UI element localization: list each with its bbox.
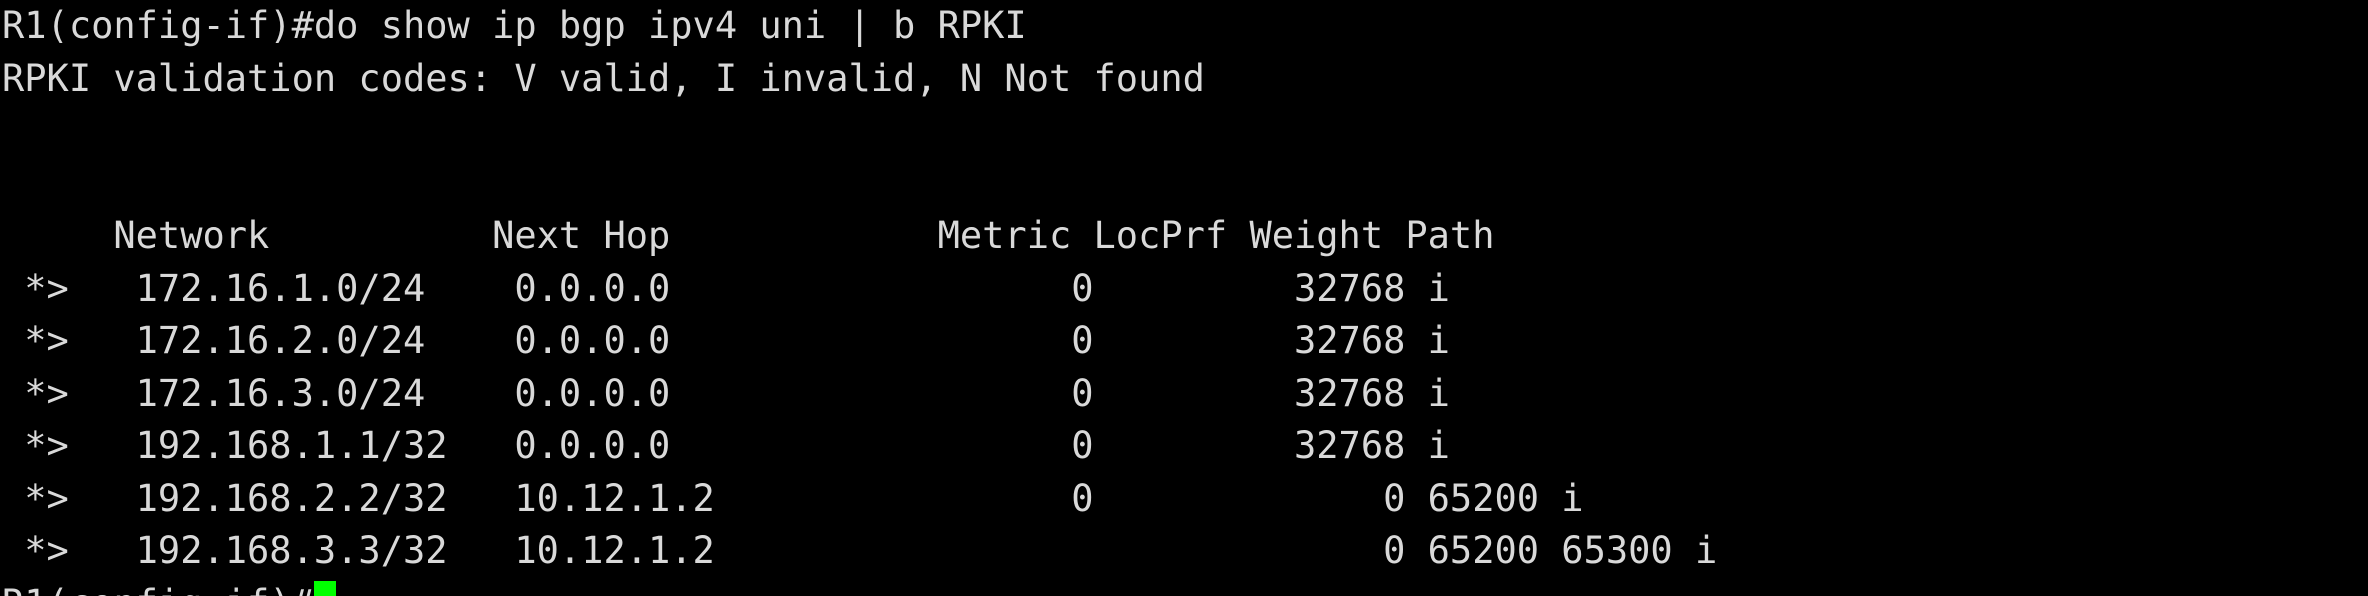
terminal-window[interactable]: R1(config-if)#do show ip bgp ipv4 uni | … [0, 0, 2368, 596]
table-row: *> 172.16.2.0/24 0.0.0.0 0 32768 i [2, 319, 1450, 362]
cursor-block-icon [313, 580, 336, 596]
prompt-line[interactable]: R1(config-if)# [2, 578, 2368, 596]
bgp-table-header: Network Next Hop Metric LocPrf Weight Pa… [2, 214, 1495, 257]
command-line: R1(config-if)#do show ip bgp ipv4 uni | … [2, 4, 1027, 47]
terminal-screen[interactable]: R1(config-if)#do show ip bgp ipv4 uni | … [0, 0, 2368, 596]
rpki-validation-codes-line: RPKI validation codes: V valid, I invali… [2, 56, 1205, 100]
table-row: *> 192.168.1.1/32 0.0.0.0 0 32768 i [2, 424, 1450, 467]
prompt-text: R1(config-if)# [2, 582, 314, 596]
table-row: *> 192.168.3.3/32 10.12.1.2 0 65200 6530… [2, 529, 1718, 572]
table-row: *> 172.16.3.0/24 0.0.0.0 0 32768 i [2, 371, 1450, 415]
table-row: *> 172.16.1.0/24 0.0.0.0 0 32768 i [2, 266, 1450, 310]
table-row: *> 192.168.2.2/32 10.12.1.2 0 0 65200 i [2, 476, 1584, 520]
